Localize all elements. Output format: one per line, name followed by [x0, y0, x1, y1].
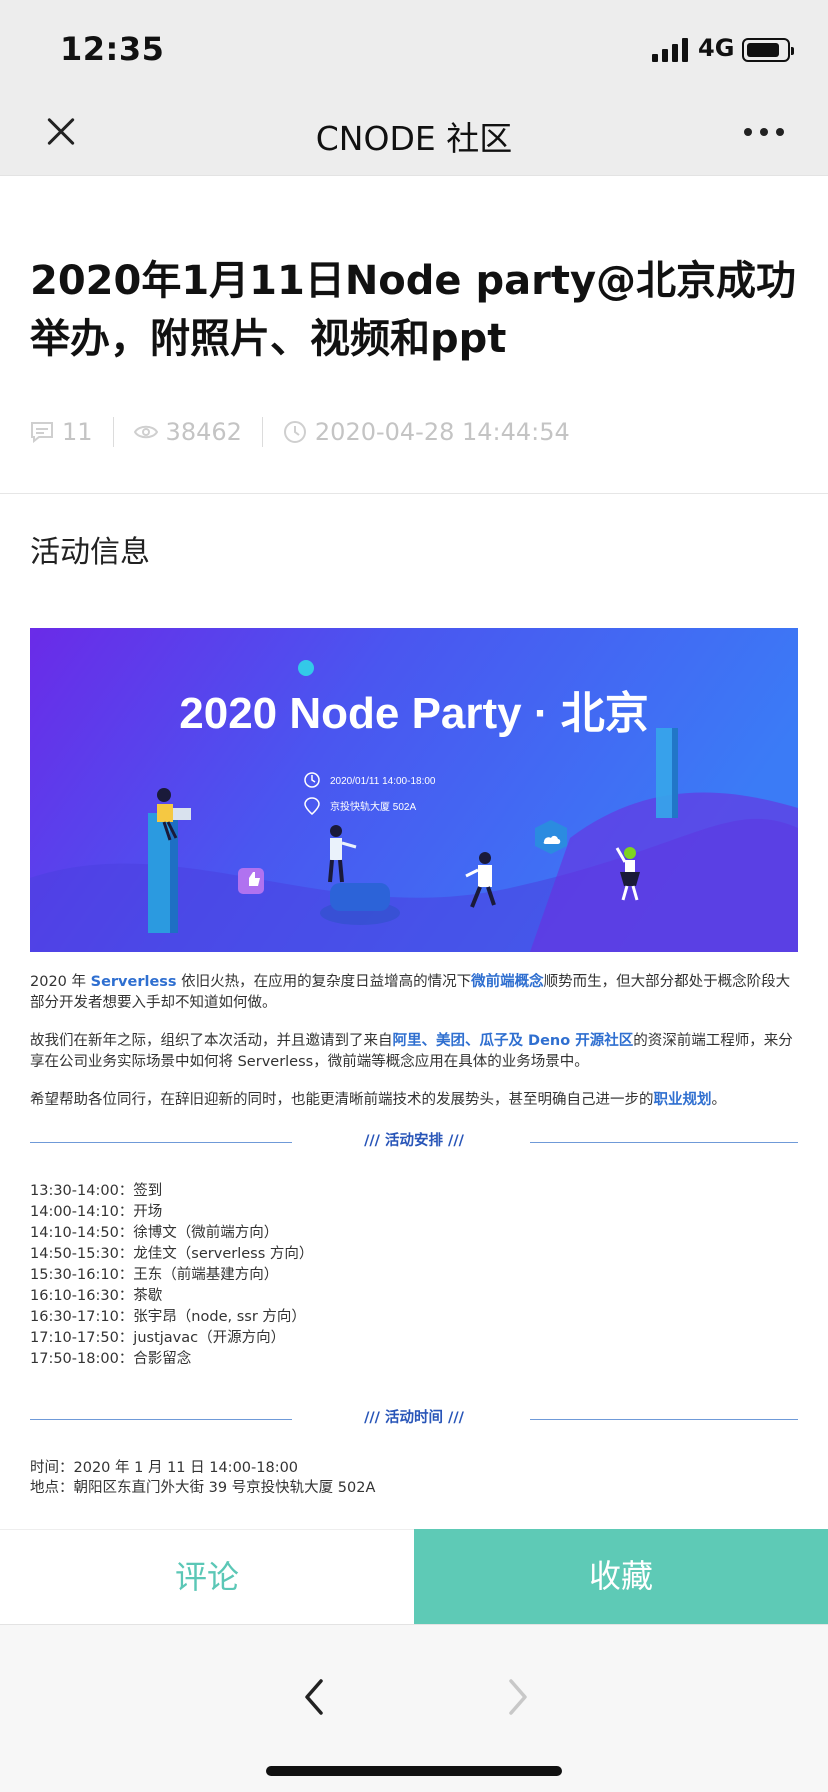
event-place: 地点：朝阳区东直门外大街 39 号京投快轨大厦 502A [30, 1480, 376, 1496]
event-document: 2020 年 Serverless 依旧火热，在应用的复杂度日益增高的情况下微前… [30, 972, 798, 1499]
header-divider [0, 493, 828, 494]
article-content[interactable]: 2020年1月11日Node party@北京成功举办，附照片、视频和ppt 1… [0, 177, 828, 1529]
view-count-value: 38462 [165, 418, 242, 446]
schedule-item: 17:10-17:50：justjavac（开源方向） [30, 1329, 286, 1346]
schedule-item: 13:30-14:00：签到 [30, 1182, 163, 1199]
reply-count-value: 11 [62, 418, 93, 446]
article-meta: 11 38462 2020-04-28 14:44:54 [30, 415, 570, 449]
eye-icon [133, 425, 158, 439]
meta-divider [112, 417, 114, 447]
action-bar: 评论 收藏 [0, 1529, 828, 1624]
meta-divider [261, 417, 263, 447]
community-link[interactable]: 阿里、美团、瓜子及 Deno 开源社区 [393, 1033, 634, 1049]
event-time: 时间：2020 年 1 月 11 日 14:00-18:00 [30, 1459, 299, 1476]
invite-paragraph: 故我们在新年之际，组织了本次活动，并且邀请到了来自阿里、美团、瓜子及 Deno … [30, 1033, 793, 1070]
battery-icon [742, 38, 794, 62]
banner-time: 2020/01/11 14:00-18:00 [330, 776, 436, 787]
schedule-item: 14:10-14:50：徐博文（微前端方向） [30, 1224, 279, 1241]
view-count: 38462 [133, 418, 242, 446]
schedule-heading: /// 活动安排 /// [30, 1129, 798, 1157]
accent-dot [298, 660, 314, 676]
page-title: CNODE 社区 [315, 119, 513, 158]
back-icon[interactable] [296, 1677, 336, 1717]
serverless-link[interactable]: Serverless [91, 974, 177, 990]
post-date-value: 2020-04-28 14:44:54 [314, 418, 570, 446]
status-bar: 12:35 4G [0, 0, 828, 88]
schedule-item: 15:30-16:10：王东（前端基建方向） [30, 1266, 279, 1283]
schedule-list: 13:30-14:00：签到 14:00-14:10：开场 14:10-14:5… [30, 1181, 798, 1370]
article-title: 2020年1月11日Node party@北京成功举办，附照片、视频和ppt [30, 258, 797, 362]
micro-frontend-link[interactable]: 微前端概念 [471, 974, 544, 990]
event-banner: 2020 Node Party · 北京 2020/01/11 14:00-18… [30, 628, 798, 952]
schedule-item: 14:50-15:30：龙佳文（serverless 方向） [30, 1245, 314, 1262]
section-heading: 活动信息 [30, 535, 150, 570]
status-time: 12:35 [60, 30, 165, 68]
nav-bar: CNODE 社区 [0, 88, 828, 176]
clock-icon [283, 421, 306, 443]
comment-button[interactable]: 评论 [0, 1529, 414, 1624]
forward-icon[interactable] [496, 1677, 536, 1717]
goal-paragraph: 希望帮助各位同行，在辞旧迎新的同时，也能更清晰前端技术的发展势头，甚至明确自己进… [30, 1092, 726, 1108]
banner-location: 京投快轨大厦 502A [330, 800, 416, 813]
career-link[interactable]: 职业规划 [654, 1092, 712, 1108]
banner-title: 2020 Node Party · 北京 [179, 689, 649, 738]
home-indicator[interactable] [266, 1766, 562, 1776]
schedule-item: 16:10-16:30：茶歇 [30, 1287, 163, 1304]
schedule-item: 17:50-18:00：合影留念 [30, 1350, 192, 1367]
thumbs-up-icon [238, 868, 264, 894]
intro-paragraph: 2020 年 Serverless 依旧火热，在应用的复杂度日益增高的情况下微前… [30, 974, 791, 1011]
favorite-button[interactable]: 收藏 [414, 1529, 828, 1624]
schedule-item: 14:00-14:10：开场 [30, 1203, 163, 1220]
schedule-item: 16:30-17:10：张宇昂（node, ssr 方向） [30, 1308, 306, 1325]
time-heading: /// 活动时间 /// [30, 1406, 798, 1434]
more-icon[interactable] [744, 128, 784, 138]
post-date: 2020-04-28 14:44:54 [283, 418, 570, 446]
reply-count: 11 [30, 418, 93, 446]
network-type: 4G [698, 34, 735, 62]
comment-icon [31, 422, 53, 443]
signal-icon [652, 38, 690, 62]
